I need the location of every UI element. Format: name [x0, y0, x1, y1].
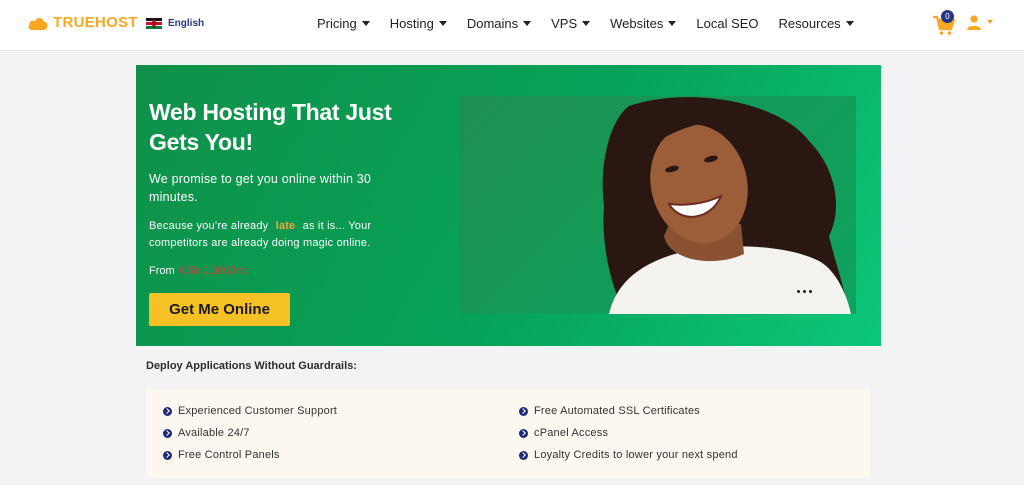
nav-websites-label: Websites — [610, 16, 664, 31]
from-price: KSh 1,300/mo — [178, 265, 249, 277]
user-icon — [967, 15, 981, 30]
features-list: Experienced Customer Support Available 2… — [146, 389, 870, 478]
feature-item: Experienced Customer Support — [163, 405, 337, 417]
user-menu[interactable] — [966, 14, 993, 30]
feature-item: Free Automated SSL Certificates — [519, 405, 700, 417]
feature-label: Free Control Panels — [178, 449, 280, 461]
hero-video[interactable] — [459, 96, 856, 314]
feature-label: cPanel Access — [534, 427, 609, 439]
chevron-down-icon — [438, 21, 447, 26]
chevron-right-circle-icon — [519, 428, 528, 438]
feature-label: Available 24/7 — [178, 427, 250, 439]
feature-item: Free Control Panels — [163, 449, 280, 461]
more-options-icon[interactable] — [797, 290, 812, 293]
feature-label: Free Automated SSL Certificates — [534, 405, 700, 417]
nav-resources-label: Resources — [778, 16, 841, 31]
hero-banner: Web Hosting That Just Gets You! We promi… — [136, 65, 881, 346]
nav-pricing[interactable]: Pricing — [317, 16, 370, 31]
feature-item: cPanel Access — [519, 427, 608, 439]
hero-body-highlight: late — [275, 220, 296, 232]
main-menu: Pricing Hosting Domains VPS Websites Loc… — [317, 16, 874, 31]
nav-pricing-label: Pricing — [317, 16, 357, 31]
chevron-down-icon — [845, 21, 854, 26]
nav-websites[interactable]: Websites — [610, 16, 677, 31]
chevron-down-icon — [582, 21, 591, 26]
chevron-right-circle-icon — [519, 450, 528, 460]
top-navbar: TRUEHOST English Pricing Hosting Domains… — [0, 0, 1024, 51]
nav-hosting[interactable]: Hosting — [390, 16, 447, 31]
hero-subtitle: We promise to get you online within 30 m… — [149, 172, 372, 204]
language-selector[interactable]: English — [146, 18, 204, 29]
cloud-icon — [28, 17, 48, 30]
nav-domains[interactable]: Domains — [466, 16, 532, 31]
chevron-down-icon — [668, 21, 677, 26]
nav-local-seo[interactable]: Local SEO — [696, 16, 758, 31]
feature-item: Loyalty Credits to lower your next spend — [519, 449, 738, 461]
brand-name: TRUEHOST — [53, 14, 138, 31]
nav-local-seo-label: Local SEO — [696, 16, 759, 31]
smiling-woman-image — [602, 97, 851, 314]
nav-hosting-label: Hosting — [389, 16, 434, 31]
cart-count-badge: 0 — [941, 10, 954, 23]
nav-resources[interactable]: Resources — [779, 16, 854, 31]
chevron-right-circle-icon — [163, 450, 172, 460]
kenya-flag-icon — [146, 18, 162, 29]
hero-body-start: Because you’re already — [149, 220, 269, 232]
chevron-right-circle-icon — [163, 428, 172, 438]
from-label: From — [149, 265, 175, 277]
nav-vps[interactable]: VPS — [551, 16, 591, 31]
language-label: English — [168, 18, 205, 29]
chevron-down-icon — [361, 21, 370, 26]
chevron-down-icon — [987, 20, 993, 24]
feature-label: Loyalty Credits to lower your next spend — [534, 449, 738, 461]
features-heading: Deploy Applications Without Guardrails: — [146, 360, 357, 372]
chevron-right-circle-icon — [163, 406, 172, 416]
feature-label: Experienced Customer Support — [178, 405, 338, 417]
chevron-down-icon — [523, 21, 532, 26]
nav-vps-label: VPS — [551, 16, 578, 31]
truehost-logo[interactable]: TRUEHOST — [27, 14, 138, 31]
get-me-online-button[interactable]: Get Me Online — [149, 293, 290, 326]
hero-from: From KSh 1,300/mo — [149, 265, 248, 277]
hero-title: Web Hosting That Just Gets You! — [149, 99, 392, 155]
hero-body: Because you’re already late as it is... … — [149, 218, 419, 252]
chevron-right-circle-icon — [519, 406, 528, 416]
nav-domains-label: Domains — [466, 16, 519, 31]
feature-item: Available 24/7 — [163, 427, 250, 439]
